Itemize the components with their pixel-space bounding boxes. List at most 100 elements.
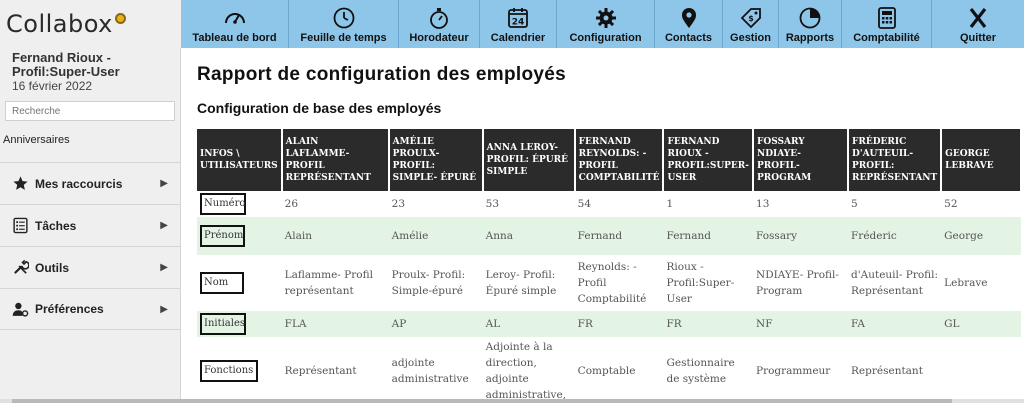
sidebar-item-label: Outils (35, 260, 70, 275)
nav-item-horodateur[interactable]: Horodateur (399, 0, 480, 48)
svg-text:$: $ (748, 14, 754, 23)
table-cell: Représentant (851, 365, 923, 377)
user-settings-icon (12, 302, 29, 317)
table-cell: 53 (485, 198, 500, 210)
table-cell: Proulx- Profil: Simple-épuré (391, 269, 466, 297)
sidebar-item-taches[interactable]: Tâches ▶ (0, 204, 180, 246)
column-header: GEORGE LEBRAVE (941, 129, 1023, 191)
horizontal-scrollbar[interactable] (0, 399, 1024, 403)
table-header-row: INFOS \ UTILISATEURS ALAIN LAFLAMME- PRO… (197, 129, 1023, 191)
row-label-cell: Numéro (197, 191, 282, 217)
calendar-icon: 24 (508, 8, 528, 28)
nav-label: Rapports (785, 32, 835, 44)
row-label-cell: Fonctions (197, 337, 282, 403)
nav-label: Contacts (664, 32, 713, 44)
brand-logo[interactable]: Collabox (0, 0, 181, 48)
table-cell: Anna (482, 217, 575, 255)
column-header: FOSSARY NDIAYE- PROFIL- PROGRAM (753, 129, 850, 191)
row-label-cell: Prénom (197, 217, 282, 255)
nav-item-gestion[interactable]: $ Gestion (723, 0, 779, 48)
nav-label: Comptabilité (853, 32, 920, 44)
top-bar: Collabox Tableau de bord Feuille de temp… (0, 0, 1024, 48)
stopwatch-icon (430, 8, 448, 29)
table-cell: adjointe administrative (391, 357, 469, 385)
table-cell: Programmeur (756, 365, 831, 377)
star-icon (13, 176, 28, 190)
gear-icon (595, 8, 616, 28)
nav-label: Configuration (569, 32, 642, 44)
nav-item-calendrier[interactable]: 24 Calendrier (480, 0, 557, 48)
table-cell: FR (663, 311, 754, 337)
table-cell: Adjointe à la direction, adjointe admini… (485, 341, 567, 401)
table-cell: Fréderic (848, 217, 942, 255)
table-row: Prénom Alain Amélie Anna Fernand Fernand… (197, 217, 1022, 255)
svg-text:24: 24 (512, 18, 525, 28)
scrollbar-thumb[interactable] (12, 399, 952, 403)
table-cell: Fernand (663, 217, 754, 255)
column-header: FRÉDERIC D'AUTEUIL- PROFIL: REPRÉSENTANT (848, 129, 943, 191)
chevron-right-icon: ▶ (160, 262, 168, 273)
nav-item-tableau-de-bord[interactable]: Tableau de bord (181, 0, 289, 48)
search-input[interactable] (5, 101, 175, 121)
table-cell: Rioux - Profil:Super-User (666, 261, 735, 305)
table-cell: AP (388, 311, 483, 337)
table-cell: Représentant (284, 365, 357, 377)
nav-item-quitter[interactable]: Quitter (932, 0, 1024, 48)
nav-item-contacts[interactable]: Contacts (655, 0, 723, 48)
table-cell: Amélie (388, 217, 483, 255)
gauge-icon (224, 13, 245, 24)
table-row: Fonctions Représentant adjointe administ… (197, 337, 1021, 403)
sidebar: Fernand Rioux - Profil:Super-User 16 fév… (0, 48, 181, 403)
table-cell: Alain (281, 217, 389, 255)
sidebar-item-mes-raccourcis[interactable]: Mes raccourcis ▶ (0, 162, 180, 204)
brand-name: Collabox (6, 10, 113, 38)
nav-label: Quitter (959, 32, 997, 44)
sidebar-item-label: Tâches (35, 218, 77, 233)
table-cell: GL (941, 311, 1022, 337)
nav-item-rapports[interactable]: Rapports (779, 0, 842, 48)
table-cell: 54 (577, 198, 592, 210)
table-cell: 5 (851, 198, 858, 210)
row-label: Initiales (200, 313, 246, 335)
row-label: Numéro (200, 193, 246, 215)
column-header: INFOS \ UTILISATEURS (197, 129, 283, 191)
nav-item-configuration[interactable]: Configuration (557, 0, 655, 48)
app-window: Collabox Tableau de bord Feuille de temp… (0, 0, 1024, 403)
section-title: Configuration de base des employés (197, 100, 442, 116)
table-cell: 52 (944, 198, 958, 210)
table-cell: 26 (284, 198, 299, 210)
chevron-right-icon: ▶ (160, 303, 168, 315)
anniversaries-link[interactable]: Anniversaires (0, 134, 180, 162)
task-list-icon (13, 217, 28, 234)
sidebar-item-preferences[interactable]: Préférences ▶ (0, 288, 180, 330)
table-cell: Laflamme- Profil représentant (284, 269, 373, 297)
page-title: Rapport de configuration des employés (197, 64, 566, 85)
sidebar-item-outils[interactable]: Outils ▶ (0, 246, 180, 288)
table-row: Initiales FLA AP AL FR FR NF FA GL (197, 311, 1022, 337)
column-header: ALAIN LAFLAMME- PROFIL REPRÉSENTANT (281, 129, 390, 191)
tools-icon (14, 259, 29, 274)
map-pin-icon (681, 8, 696, 28)
column-header: FERNAND RIOUX - PROFIL:SUPER- USER (663, 129, 755, 191)
table-cell: 1 (666, 198, 674, 210)
table-cell: Lebrave (944, 277, 988, 289)
row-label-cell: Nom (197, 255, 282, 311)
row-label: Fonctions (200, 360, 258, 382)
nav-item-comptabilite[interactable]: Comptabilité (842, 0, 932, 48)
column-header: AMÉLIE PROULX- PROFIL: SIMPLE- ÉPURÉ (388, 129, 484, 191)
column-header: ANNA LEROY- PROFIL: ÉPURÉ SIMPLE (482, 129, 576, 191)
nav-label: Calendrier (490, 32, 546, 44)
x-icon (969, 8, 987, 28)
nav-label: Horodateur (409, 32, 469, 44)
table-cell: FLA (281, 311, 389, 337)
table-cell: Reynolds: - Profil Comptabilité (577, 261, 647, 305)
table-cell: AL (482, 311, 575, 337)
price-tag-icon: $ (740, 8, 761, 29)
nav-item-feuille-de-temps[interactable]: Feuille de temps (289, 0, 399, 48)
pie-chart-icon (799, 7, 821, 29)
table-cell: NDIAYE- Profil-Program (756, 269, 839, 297)
sidebar-menu: Mes raccourcis ▶ Tâches ▶ Outils ▶ Préfé… (0, 162, 180, 330)
chevron-right-icon: ▶ (160, 220, 168, 231)
column-header: FERNAND REYNOLDS: - PROFIL COMPTABILITÉ (574, 129, 665, 191)
table-cell: d'Auteuil- Profil: Représentant (851, 269, 939, 297)
